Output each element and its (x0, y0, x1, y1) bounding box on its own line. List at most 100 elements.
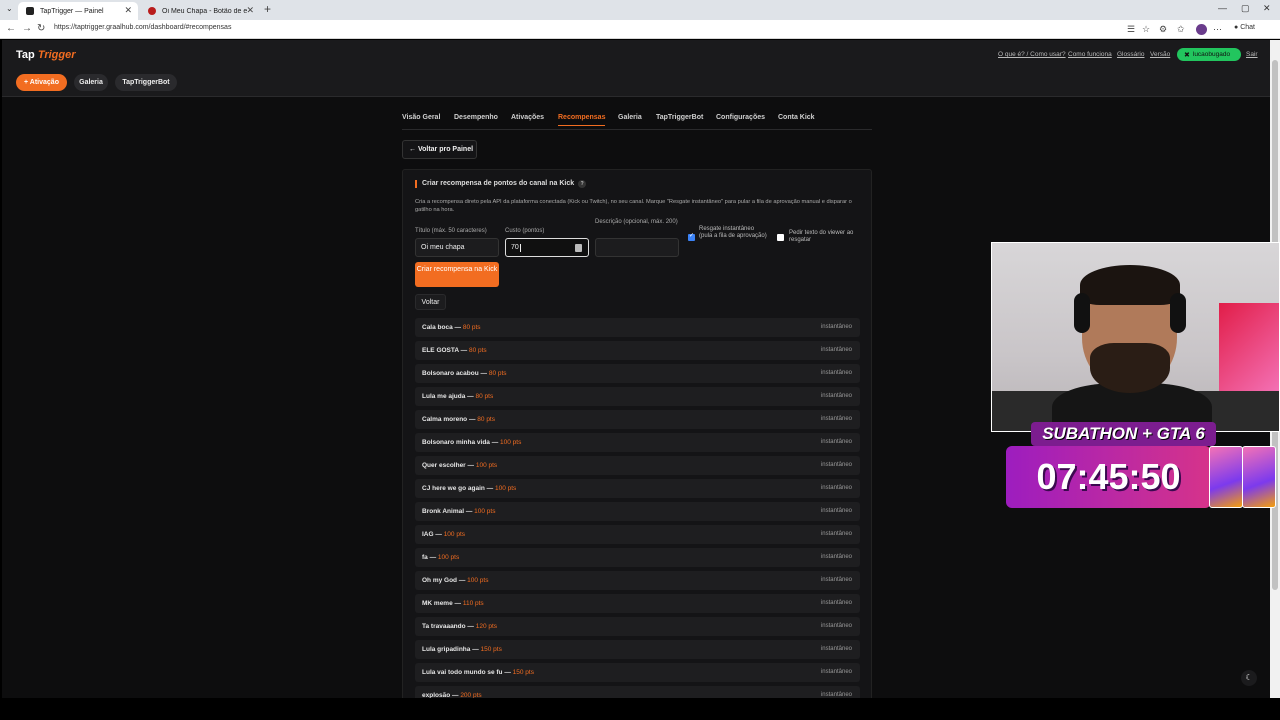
list-item[interactable]: Lula gripadinha — 150 pts instantâneo (415, 640, 860, 659)
reward-points: 150 pts (512, 669, 534, 676)
list-item[interactable]: Bolsonaro minha vida — 100 pts instantâne… (415, 433, 860, 452)
list-item[interactable]: Lula me ajuda — 80 pts instantâneo (415, 387, 860, 406)
list-item[interactable]: explosão — 200 pts instantâneo (415, 686, 860, 698)
reader-icon[interactable]: ☰ (1127, 24, 1135, 35)
star-icon[interactable]: ☆ (1142, 24, 1150, 35)
instant-checkbox[interactable] (688, 232, 695, 241)
list-item[interactable]: Oh my God — 100 pts instantâneo (415, 571, 860, 590)
reward-kind: instantâneo (820, 324, 852, 330)
reward-kind: instantâneo (820, 623, 852, 629)
cost-label: Custo (pontos) (505, 228, 545, 234)
reward-points: 80 pts (462, 324, 481, 331)
chat-label: Chat (1240, 24, 1255, 31)
reward-name: IAG — 100 pts (422, 531, 465, 538)
tab-settings[interactable]: Configurações (716, 114, 765, 121)
reward-title: CJ here we go again (422, 485, 485, 492)
poster (1219, 303, 1279, 393)
list-item[interactable]: fa — 100 pts instantâneo (415, 548, 860, 567)
tab-taptrigger[interactable]: TapTrigger — Painel ✕ (18, 2, 138, 20)
new-tab-icon[interactable]: + (264, 2, 271, 16)
list-item[interactable]: ELE GOSTA — 80 pts instantâneo (415, 341, 860, 360)
logo[interactable]: Tap Trigger (16, 49, 76, 61)
tab-title: TapTrigger — Painel (40, 7, 104, 15)
ask-text-label: Pedir texto do viewer ao resgatar (789, 230, 854, 243)
list-item[interactable]: Bronk Animal — 100 pts instantâneo (415, 502, 860, 521)
favorites-icon[interactable]: ✩ (1177, 24, 1185, 35)
tab-rewards[interactable]: Recompensas (558, 114, 606, 126)
title-input[interactable]: Oi meu chapa (415, 238, 499, 257)
back-icon[interactable]: ← (6, 23, 16, 34)
reward-kind: instantâneo (820, 669, 852, 675)
reward-kind: instantâneo (820, 646, 852, 652)
list-item[interactable]: Bolsonaro acabou — 80 pts instantâneo (415, 364, 860, 383)
link-version[interactable]: Versão (1150, 51, 1170, 58)
chat-button[interactable]: ● Chat (1234, 24, 1255, 31)
tab-performance[interactable]: Desempenho (454, 114, 498, 121)
list-item[interactable]: Quer escolher — 100 pts instantâneo (415, 456, 860, 475)
tab-overview[interactable]: Visão Geral (402, 114, 440, 121)
reward-points: 100 pts (500, 439, 522, 446)
theme-toggle-moon-icon[interactable]: ☾ (1241, 670, 1257, 686)
description-input[interactable] (595, 238, 679, 257)
link-glossary[interactable]: Glossário (1117, 51, 1144, 58)
webcam-overlay (991, 242, 1280, 432)
extensions-icon[interactable]: ⚙ (1159, 24, 1167, 35)
reward-points: 80 pts (468, 347, 487, 354)
list-item[interactable]: Calma moreno — 80 pts instantâneo (415, 410, 860, 429)
tab-kick-account[interactable]: Conta Kick (778, 114, 815, 121)
voltar-button[interactable]: Voltar (415, 294, 446, 310)
forward-icon[interactable]: → (22, 23, 32, 34)
list-item[interactable]: IAG — 100 pts instantâneo (415, 525, 860, 544)
profile-avatar[interactable] (1196, 24, 1207, 35)
separator: — (452, 324, 463, 331)
list-item[interactable]: Ta travaaando — 120 pts instantâneo (415, 617, 860, 636)
list-item[interactable]: Cala boca — 80 pts instantâneo (415, 318, 860, 337)
reward-points: 100 pts (494, 485, 517, 492)
separator: — (452, 600, 463, 607)
user-pill[interactable]: ✖ lucaobugado (1177, 48, 1241, 61)
separator: — (457, 577, 468, 584)
streamer-hair (1080, 265, 1180, 305)
close-tab-icon[interactable]: ✕ (124, 5, 132, 16)
gallery-button[interactable]: Galeria (74, 74, 108, 91)
reward-points: 80 pts (477, 416, 495, 423)
help-icon[interactable]: ? (578, 180, 587, 188)
tab-gallery[interactable]: Galeria (618, 114, 642, 121)
separator: — (465, 462, 476, 469)
list-item[interactable]: CJ here we go again — 100 pts instantâneo (415, 479, 860, 498)
list-item[interactable]: MK meme — 110 pts instantâneo (415, 594, 860, 613)
create-reward-button[interactable]: Criar recompensa na Kick (415, 262, 499, 287)
ask-text-checkbox[interactable] (777, 234, 784, 241)
minimize-icon[interactable]: — (1218, 3, 1227, 13)
logout-link[interactable]: Sair (1246, 51, 1258, 58)
cost-input[interactable]: 70 (505, 238, 589, 257)
close-window-icon[interactable]: ✕ (1263, 3, 1271, 14)
url-field[interactable]: https://taptrigger.graalhub.com/dashboar… (54, 24, 231, 31)
reward-title: Quer escolher (422, 462, 466, 469)
link-what-is[interactable]: O que é? / Como usar? (998, 51, 1066, 58)
tab-list-chevron-icon[interactable]: ⌄ (6, 4, 13, 13)
panel-description: Cria a recompensa direto pela API da pla… (415, 199, 852, 213)
reward-points: 150 pts (480, 646, 502, 653)
panel-title: Criar recompensa de pontos do canal na K… (415, 180, 587, 188)
tab-oi-meu-chapa[interactable]: Oi Meu Chapa - Botão de efeito s... ✕ (140, 2, 260, 20)
reward-points: 80 pts (475, 393, 494, 400)
reward-name: Oh my God — 100 pts (422, 577, 488, 584)
link-how-it-works[interactable]: Como funciona (1068, 51, 1112, 58)
reload-icon[interactable]: ↻ (37, 23, 45, 34)
maximize-icon[interactable]: ▢ (1241, 3, 1250, 14)
list-item[interactable]: Lula vai todo mundo se fu — 150 pts insta… (415, 663, 860, 682)
more-icon[interactable]: ⋯ (1213, 24, 1222, 35)
subathon-timer: 07:45:50 (1006, 446, 1211, 508)
stepper-icon[interactable] (575, 244, 582, 252)
tab-activations[interactable]: Ativações (511, 114, 544, 121)
bot-button[interactable]: TapTriggerBot (115, 74, 177, 91)
activation-button[interactable]: + Ativação (16, 74, 67, 91)
tab-bot[interactable]: TapTriggerBot (656, 114, 703, 121)
bottom-bar (0, 698, 1280, 720)
subtabs: Visão Geral Desempenho Ativações Recompe… (402, 112, 872, 130)
back-to-panel-button[interactable]: ← Voltar pro Painel (402, 140, 477, 159)
close-tab-icon[interactable]: ✕ (246, 5, 254, 16)
reward-points: 100 pts (467, 577, 489, 584)
reward-name: CJ here we go again — 100 pts (422, 485, 516, 492)
